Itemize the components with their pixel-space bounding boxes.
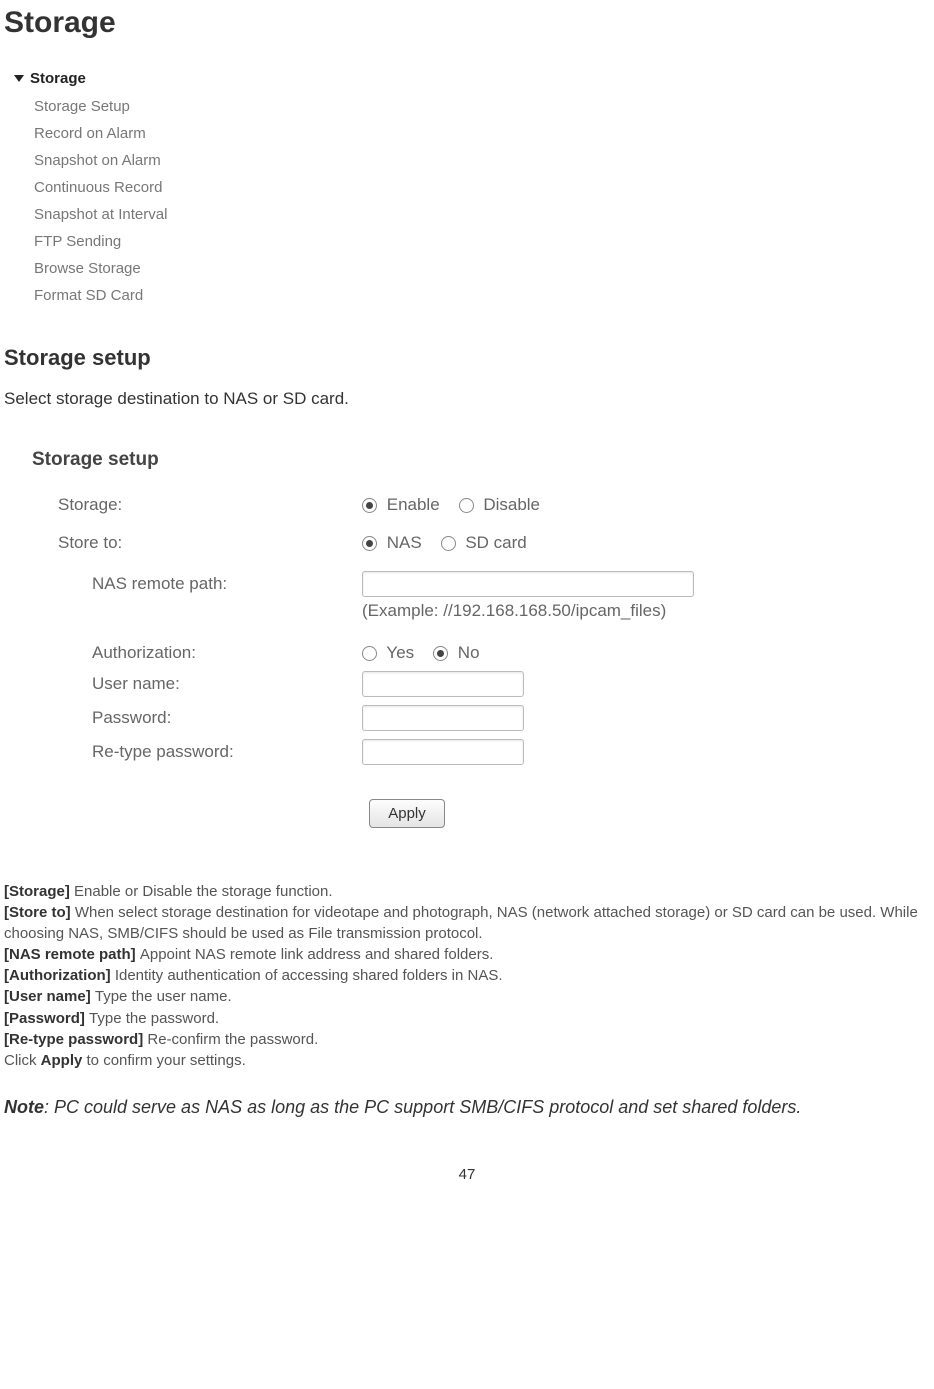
radio-storage-disable-label: Disable xyxy=(483,495,540,514)
radio-store-nas[interactable] xyxy=(362,536,377,551)
radio-auth-no-label: No xyxy=(458,643,480,662)
def-storage-val: Enable or Disable the storage function. xyxy=(74,883,333,900)
def-pass-key: [Password] xyxy=(4,1010,89,1027)
menu-item-record-on-alarm[interactable]: Record on Alarm xyxy=(4,120,229,147)
def-pass-val: Type the password. xyxy=(89,1010,219,1027)
def-storeto-val: When select storage destination for vide… xyxy=(4,904,918,941)
definitions-block: [Storage] Enable or Disable the storage … xyxy=(4,882,930,1071)
radio-auth-yes[interactable] xyxy=(362,646,377,661)
radio-store-nas-label: NAS xyxy=(387,533,422,552)
section-heading: Storage setup xyxy=(4,345,930,371)
def-naspath-key: [NAS remote path] xyxy=(4,946,140,963)
page-number: 47 xyxy=(4,1166,930,1183)
apply-line-word: Apply xyxy=(41,1052,83,1069)
menu-item-format-sd-card[interactable]: Format SD Card xyxy=(4,282,229,309)
def-naspath-val: Appoint NAS remote link address and shar… xyxy=(140,946,494,963)
menu-item-snapshot-on-alarm[interactable]: Snapshot on Alarm xyxy=(4,147,229,174)
nas-path-input[interactable] xyxy=(362,571,694,597)
note-label: Note xyxy=(4,1097,44,1117)
repassword-input[interactable] xyxy=(362,739,524,765)
store-to-label: Store to: xyxy=(32,533,362,553)
menu-item-storage-setup[interactable]: Storage Setup xyxy=(4,93,229,120)
panel-title: Storage setup xyxy=(32,449,842,471)
menu-item-ftp-sending[interactable]: FTP Sending xyxy=(4,228,229,255)
radio-auth-yes-label: Yes xyxy=(386,643,414,662)
menu-item-browse-storage[interactable]: Browse Storage xyxy=(4,255,229,282)
user-input[interactable] xyxy=(362,671,524,697)
apply-button[interactable]: Apply xyxy=(369,799,445,828)
def-user-val: Type the user name. xyxy=(95,988,232,1005)
note-text: : PC could serve as NAS as long as the P… xyxy=(44,1097,801,1117)
radio-storage-disable[interactable] xyxy=(459,498,474,513)
menu-item-snapshot-interval[interactable]: Snapshot at Interval xyxy=(4,201,229,228)
storage-menu: Storage Storage Setup Record on Alarm Sn… xyxy=(4,62,229,319)
user-label: User name: xyxy=(32,674,362,694)
def-user-key: [User name] xyxy=(4,988,95,1005)
nas-path-label: NAS remote path: xyxy=(32,574,362,594)
note-block: Note: PC could serve as NAS as long as t… xyxy=(4,1095,930,1119)
section-intro: Select storage destination to NAS or SD … xyxy=(4,389,930,409)
def-repass-key: [Re-type password] xyxy=(4,1031,147,1048)
radio-storage-enable-label: Enable xyxy=(387,495,440,514)
apply-line-pre: Click xyxy=(4,1052,41,1069)
menu-item-continuous-record[interactable]: Continuous Record xyxy=(4,174,229,201)
radio-store-sd-label: SD card xyxy=(465,533,526,552)
storage-label: Storage: xyxy=(32,495,362,515)
menu-header[interactable]: Storage xyxy=(4,70,229,93)
def-storage-key: [Storage] xyxy=(4,883,74,900)
radio-storage-enable[interactable] xyxy=(362,498,377,513)
password-label: Password: xyxy=(32,708,362,728)
apply-line-post: to confirm your settings. xyxy=(82,1052,245,1069)
nas-path-hint: (Example: //192.168.168.50/ipcam_files) xyxy=(32,601,842,621)
def-auth-key: [Authorization] xyxy=(4,967,115,984)
storage-setup-panel: Storage setup Storage: Enable Disable St… xyxy=(4,431,842,856)
def-auth-val: Identity authentication of accessing sha… xyxy=(115,967,503,984)
menu-header-label: Storage xyxy=(30,70,86,87)
auth-label: Authorization: xyxy=(32,643,362,663)
chevron-down-icon xyxy=(14,75,24,82)
page-title: Storage xyxy=(4,6,930,40)
password-input[interactable] xyxy=(362,705,524,731)
radio-auth-no[interactable] xyxy=(433,646,448,661)
def-storeto-key: [Store to] xyxy=(4,904,75,921)
def-repass-val: Re-confirm the password. xyxy=(147,1031,318,1048)
repassword-label: Re-type password: xyxy=(32,742,362,762)
radio-store-sd[interactable] xyxy=(441,536,456,551)
